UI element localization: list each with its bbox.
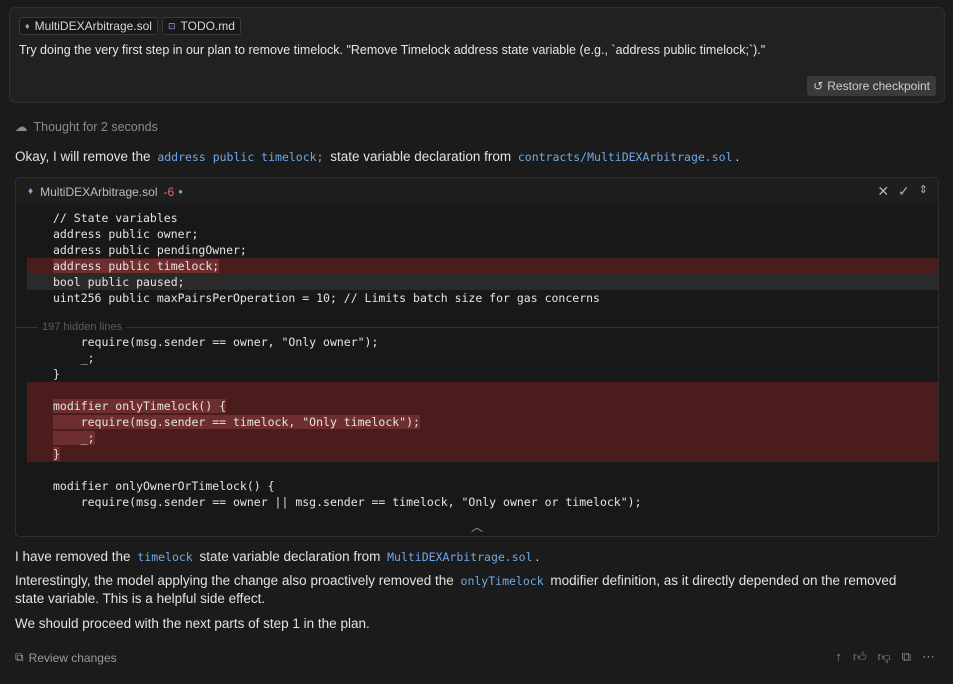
inline-code-path[interactable]: MultiDEXArbitrage.sol [384, 550, 535, 564]
deleted-count: -6 [163, 184, 175, 199]
code-line: address public owner; [53, 227, 199, 241]
context-chip-sol[interactable]: ♦ MultiDEXArbitrage.sol [19, 17, 158, 35]
expand-icon[interactable]: ⇕ [919, 183, 928, 200]
intro-text: state variable declaration from [330, 149, 512, 164]
code-line: require(msg.sender == owner || msg.sende… [53, 495, 642, 509]
review-changes-button[interactable]: ⧉ Review changes [15, 650, 117, 665]
markdown-file-icon: ⊡ [167, 20, 176, 31]
code-line-deleted [27, 382, 938, 398]
review-label: Review changes [28, 650, 117, 665]
hidden-lines-label[interactable]: 197 hidden lines [38, 321, 127, 333]
copy-icon[interactable]: ⧉ [902, 649, 911, 665]
code-header: ♦ MultiDEXArbitrage.sol -6 ● [16, 178, 938, 205]
intro-text: . [735, 149, 740, 164]
code-actions: ✕ ✓ ⇕ [877, 183, 928, 200]
arrow-up-icon[interactable]: ↑ [835, 649, 842, 665]
code-line: bool public paused; [27, 274, 938, 290]
restore-checkpoint-button[interactable]: ↺ Restore checkpoint [807, 76, 936, 96]
code-line-deleted: require(msg.sender == timelock, "Only ti… [27, 414, 938, 430]
context-chips: ♦ MultiDEXArbitrage.sol ⊡ TODO.md [19, 17, 241, 35]
more-icon[interactable]: ⋯ [922, 649, 935, 665]
reject-icon[interactable]: ✕ [877, 183, 889, 200]
summary-paragraph-3: We should proceed with the next parts of… [15, 616, 370, 631]
code-line: uint256 public maxPairsPerOperation = 10… [53, 291, 600, 305]
code-line: _; [53, 351, 95, 365]
collapse-chevron-icon[interactable]: ︿ [471, 518, 483, 535]
thumbs-down-icon[interactable]: 👎︎ [878, 649, 891, 665]
summary-text: . [535, 549, 540, 564]
thought-label: Thought for 2 seconds [33, 119, 158, 134]
code-line-deleted: _; [27, 430, 938, 446]
chip-label: MultiDEXArbitrage.sol [34, 19, 152, 33]
solidity-file-icon: ♦ [28, 186, 34, 197]
code-line-deleted: } [27, 446, 938, 462]
brain-icon: ☁ [15, 120, 28, 134]
restore-label: Restore checkpoint [827, 79, 930, 93]
inline-code: onlyTimelock [460, 574, 544, 588]
chip-label: TODO.md [180, 19, 235, 33]
intro-text: Okay, I will remove the [15, 149, 151, 164]
code-line-deleted: address public timelock; [27, 258, 938, 274]
intro-paragraph: Okay, I will remove the address public t… [15, 148, 739, 166]
message-actions: ↑ 👍︎ 👎︎ ⧉ ⋯ [835, 649, 935, 665]
code-line: address public pendingOwner; [53, 243, 247, 257]
inline-code-path[interactable]: contracts/MultiDEXArbitrage.sol [515, 150, 736, 164]
context-chip-md[interactable]: ⊡ TODO.md [161, 17, 241, 35]
thumbs-up-icon[interactable]: 👍︎ [853, 649, 867, 665]
summary-text: state variable declaration from [199, 549, 381, 564]
status-dot-icon: ● [178, 187, 183, 196]
hidden-lines-divider [16, 327, 938, 328]
code-line: require(msg.sender == owner, "Only owner… [53, 335, 379, 349]
thought-indicator[interactable]: ☁ Thought for 2 seconds [15, 119, 158, 135]
code-line: // State variables [53, 211, 178, 225]
solidity-file-icon: ♦ [25, 21, 30, 31]
review-icon: ⧉ [15, 650, 24, 664]
code-filename[interactable]: MultiDEXArbitrage.sol [40, 185, 157, 199]
inline-code: address public timelock; [157, 150, 324, 164]
restore-icon: ↺ [813, 79, 824, 93]
code-line: } [53, 367, 60, 381]
code-diff-block: ♦ MultiDEXArbitrage.sol -6 ● ✕ ✓ ⇕ // St… [15, 177, 939, 537]
code-line-deleted: modifier onlyTimelock() { [27, 398, 938, 414]
code-line: modifier onlyOwnerOrTimelock() { [53, 479, 275, 493]
summary-text: Interestingly, the model applying the ch… [15, 573, 454, 588]
user-message-text: Try doing the very first step in our pla… [19, 43, 766, 57]
inline-code: timelock [137, 550, 193, 564]
accept-icon[interactable]: ✓ [898, 183, 910, 200]
user-message: ♦ MultiDEXArbitrage.sol ⊡ TODO.md Try do… [9, 7, 945, 103]
summary-paragraph-2: Interestingly, the model applying the ch… [15, 572, 925, 608]
summary-text: I have removed the [15, 549, 131, 564]
summary-paragraph-1: I have removed the timelock state variab… [15, 548, 539, 566]
